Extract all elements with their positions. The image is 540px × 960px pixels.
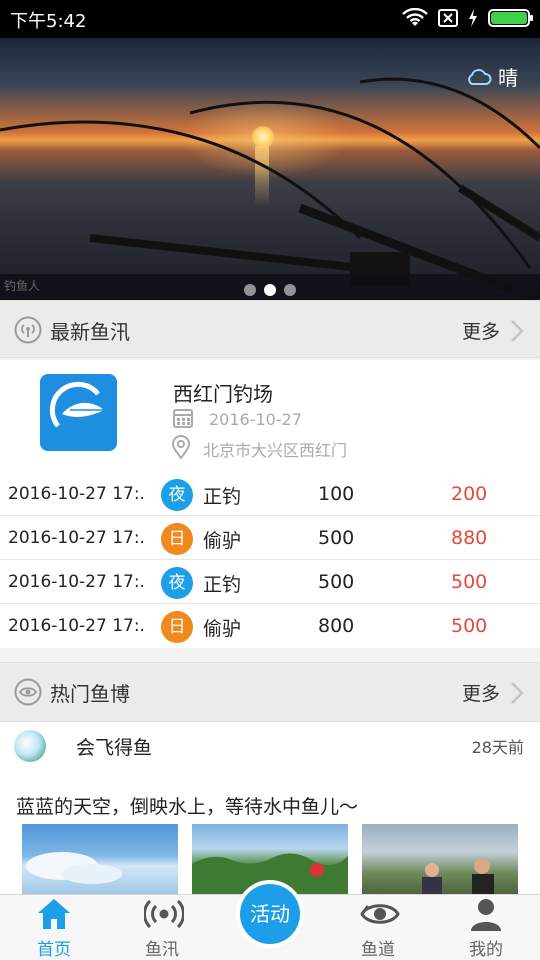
carousel-dot-active[interactable] [264, 284, 276, 296]
tab-label: 我的 [469, 940, 503, 960]
status-time: 下午5:42 [10, 11, 87, 32]
catch-row[interactable]: 2016-10-27 17:. 夜 正钓 500 500 [0, 560, 540, 604]
catch-row[interactable]: 2016-10-27 17:. 日 偷驴 500 880 [0, 516, 540, 560]
calendar-icon [173, 409, 193, 428]
author-name[interactable]: 会飞得鱼 [76, 733, 152, 760]
catch-report-list: 2016-10-27 17:. 夜 正钓 100 200 2016-10-27 … [0, 472, 540, 648]
eye-icon [360, 904, 400, 924]
fishing-spot-card[interactable]: 西红门钓场 2016-10-27 北京市大兴区西红门 [0, 360, 540, 472]
night-badge: 夜 [161, 567, 193, 599]
tab-home[interactable]: 首页 [0, 895, 108, 960]
catch-value-2: 500 [451, 571, 488, 593]
status-bar: 下午5:42 [0, 0, 540, 38]
blog-section-header: 热门鱼博 更多 [0, 662, 540, 722]
user-icon [471, 899, 501, 931]
no-sim-icon [438, 9, 458, 27]
home-icon [38, 899, 70, 929]
catch-date: 2016-10-27 17:. [8, 616, 145, 636]
catch-value-1: 500 [318, 571, 355, 593]
catch-row[interactable]: 2016-10-27 17:. 日 偷驴 800 500 [0, 604, 540, 648]
catch-value-1: 100 [318, 483, 355, 505]
blog-more-link[interactable]: 更多 [462, 679, 500, 706]
catch-kind: 正钓 [203, 486, 242, 508]
catch-value-2: 880 [451, 527, 488, 549]
eye-circle-icon [14, 678, 42, 706]
chevron-right-icon[interactable] [510, 681, 524, 705]
tab-news[interactable]: 鱼汛 [108, 895, 216, 960]
post-time: 28天前 [471, 738, 524, 757]
weather-text: 晴 [498, 66, 518, 90]
carousel-dot[interactable] [244, 284, 256, 296]
catch-value-1: 500 [318, 527, 355, 549]
charging-icon [469, 9, 477, 27]
tab-label: 首页 [37, 940, 71, 960]
weather-indicator: 晴 [466, 62, 518, 91]
blog-post-card[interactable]: 会飞得鱼 28天前 蓝蓝的天空，倒映水上，等待水中鱼儿～ [0, 722, 540, 894]
spot-date: 2016-10-27 [209, 410, 302, 429]
location-pin-icon [172, 435, 190, 459]
news-more-link[interactable]: 更多 [462, 317, 500, 344]
fishing-rods-image [0, 77, 540, 300]
spot-address: 北京市大兴区西红门 [203, 441, 348, 460]
catch-row[interactable]: 2016-10-27 17:. 夜 正钓 100 200 [0, 472, 540, 516]
banner-carousel[interactable]: 晴 钓鱼人 [0, 38, 540, 300]
catch-date: 2016-10-27 17:. [8, 528, 145, 548]
author-avatar[interactable] [14, 730, 46, 762]
tab-label: 鱼汛 [145, 940, 179, 960]
activity-button[interactable]: 活动 [236, 880, 304, 948]
catch-value-2: 500 [451, 615, 488, 637]
day-badge: 日 [161, 523, 193, 555]
day-badge: 日 [161, 611, 193, 643]
post-photo[interactable] [22, 824, 178, 894]
home-screen: 下午5:42 晴 钓鱼人 最新鱼汛 更多 西红门钓场 2016-10-27 北京… [0, 0, 540, 960]
catch-kind: 正钓 [203, 574, 242, 596]
spot-name: 西红门钓场 [173, 382, 273, 406]
night-badge: 夜 [161, 479, 193, 511]
carousel-dots [0, 284, 540, 296]
section-title: 最新鱼汛 [50, 320, 130, 344]
catch-value-1: 800 [318, 615, 355, 637]
broadcast-icon [144, 899, 184, 929]
post-photo[interactable] [362, 824, 518, 894]
section-title: 热门鱼博 [50, 682, 130, 706]
catch-kind: 偷驴 [203, 618, 242, 640]
fish-logo-icon [49, 381, 104, 428]
tab-label: 鱼道 [361, 940, 395, 960]
chevron-right-icon[interactable] [510, 319, 524, 343]
status-icons [402, 8, 533, 28]
news-section-header: 最新鱼汛 更多 [0, 300, 540, 358]
battery-icon [488, 9, 533, 27]
catch-value-2: 200 [451, 483, 488, 505]
carousel-dot[interactable] [284, 284, 296, 296]
catch-kind: 偷驴 [203, 530, 242, 552]
post-text: 蓝蓝的天空，倒映水上，等待水中鱼儿～ [16, 796, 359, 818]
wifi-icon [402, 8, 428, 26]
tab-me[interactable]: 我的 [432, 895, 540, 960]
catch-date: 2016-10-27 17:. [8, 572, 145, 592]
spot-logo [40, 374, 117, 451]
catch-date: 2016-10-27 17:. [8, 484, 145, 504]
cloud-icon [468, 68, 492, 85]
signal-icon [14, 316, 42, 344]
tab-spots[interactable]: 鱼道 [324, 895, 432, 960]
activity-button-label: 活动 [240, 884, 300, 944]
